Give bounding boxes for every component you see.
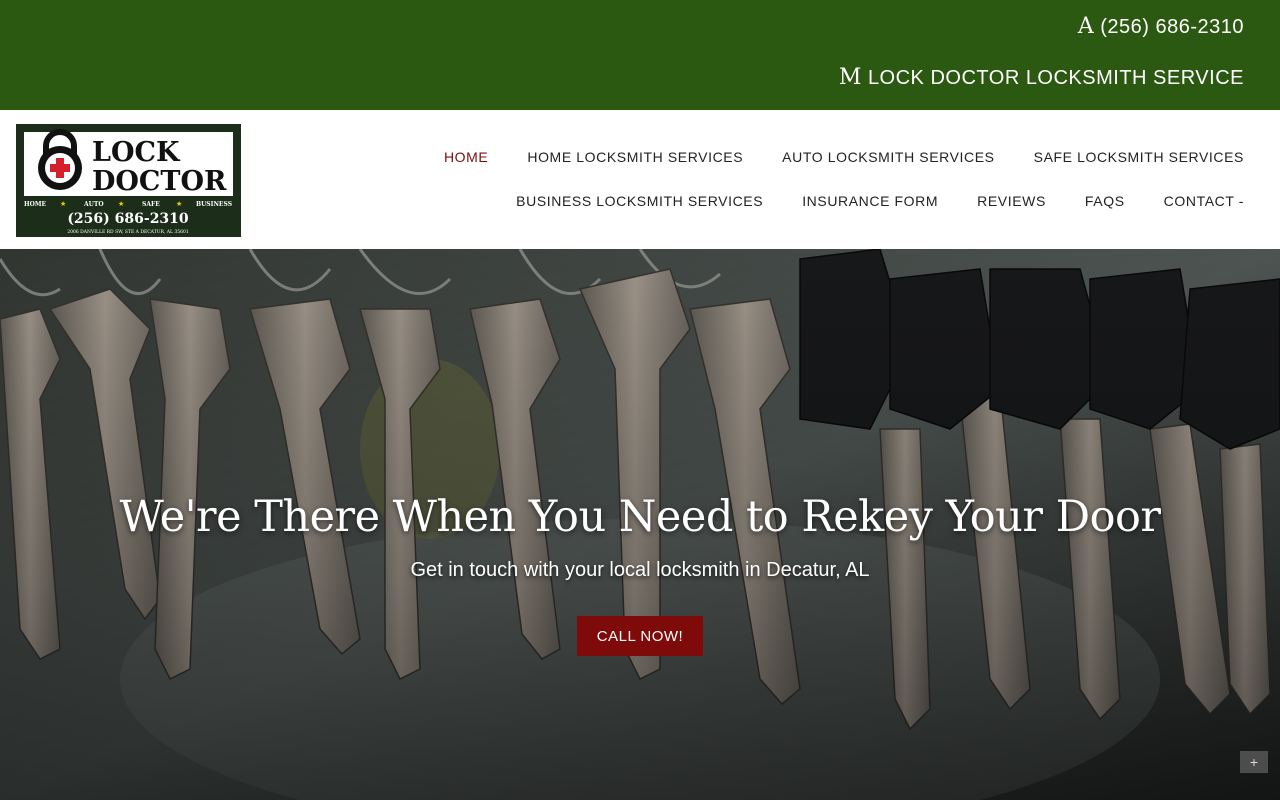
svg-text:★: ★	[118, 200, 124, 208]
svg-text:HOME: HOME	[24, 201, 47, 208]
phone-number[interactable]: (256) 686-2310	[1100, 16, 1244, 39]
business-name: LOCK DOCTOR LOCKSMITH SERVICE	[867, 67, 1244, 89]
svg-text:LOCK: LOCK	[92, 137, 181, 168]
top-contact-bar: A (256) 686-2310 M LOCK DOCTOR LOCKSMITH…	[0, 0, 1280, 110]
svg-text:(256) 686-2310: (256) 686-2310	[67, 211, 189, 227]
nav-auto-locksmith-services[interactable]: AUTO LOCKSMITH SERVICES	[782, 149, 994, 165]
nav-home-locksmith-services[interactable]: HOME LOCKSMITH SERVICES	[527, 149, 743, 165]
svg-text:★: ★	[176, 200, 182, 208]
site-header: LOCK DOCTOR HOME ★ AUTO ★ SAFE ★ BUSINES…	[0, 110, 1280, 249]
svg-text:DOCTOR: DOCTOR	[92, 166, 227, 197]
hero-subtitle: Get in touch with your local locksmith i…	[410, 559, 870, 581]
phone-link[interactable]: A (256) 686-2310	[1078, 14, 1244, 39]
svg-text:BUSINESS: BUSINESS	[196, 201, 232, 208]
nav-contact[interactable]: CONTACT -	[1164, 193, 1244, 209]
nav-safe-locksmith-services[interactable]: SAFE LOCKSMITH SERVICES	[1034, 149, 1244, 165]
nav-home[interactable]: HOME	[444, 149, 488, 165]
business-name-line: M LOCK DOCTOR LOCKSMITH SERVICE	[839, 65, 1244, 90]
hero-title: We're There When You Need to Rekey Your …	[119, 492, 1161, 542]
logo-graphic: LOCK DOCTOR HOME ★ AUTO ★ SAFE ★ BUSINES…	[16, 124, 241, 237]
business-icon: M	[838, 65, 862, 90]
main-nav-row-1: HOME HOME LOCKSMITH SERVICES AUTO LOCKSM…	[405, 149, 1244, 165]
call-now-button[interactable]: CALL NOW!	[577, 616, 703, 656]
svg-text:★: ★	[60, 200, 66, 208]
nav-faqs[interactable]: FAQS	[1085, 193, 1125, 209]
site-logo[interactable]: LOCK DOCTOR HOME ★ AUTO ★ SAFE ★ BUSINES…	[16, 124, 241, 237]
hero-banner: We're There When You Need to Rekey Your …	[0, 249, 1280, 800]
main-nav-row-2: BUSINESS LOCKSMITH SERVICES INSURANCE FO…	[477, 193, 1244, 209]
nav-business-locksmith-services[interactable]: BUSINESS LOCKSMITH SERVICES	[516, 193, 763, 209]
svg-text:AUTO: AUTO	[83, 201, 104, 208]
expand-icon[interactable]: +	[1240, 751, 1268, 773]
svg-text:SAFE: SAFE	[142, 201, 160, 208]
svg-text:2006 DANVILLE RD SW, STE A DE: 2006 DANVILLE RD SW, STE A DECATUR, AL 3…	[67, 229, 189, 235]
phone-icon: A	[1077, 14, 1095, 39]
nav-reviews[interactable]: REVIEWS	[977, 193, 1046, 209]
nav-insurance-form[interactable]: INSURANCE FORM	[802, 193, 938, 209]
